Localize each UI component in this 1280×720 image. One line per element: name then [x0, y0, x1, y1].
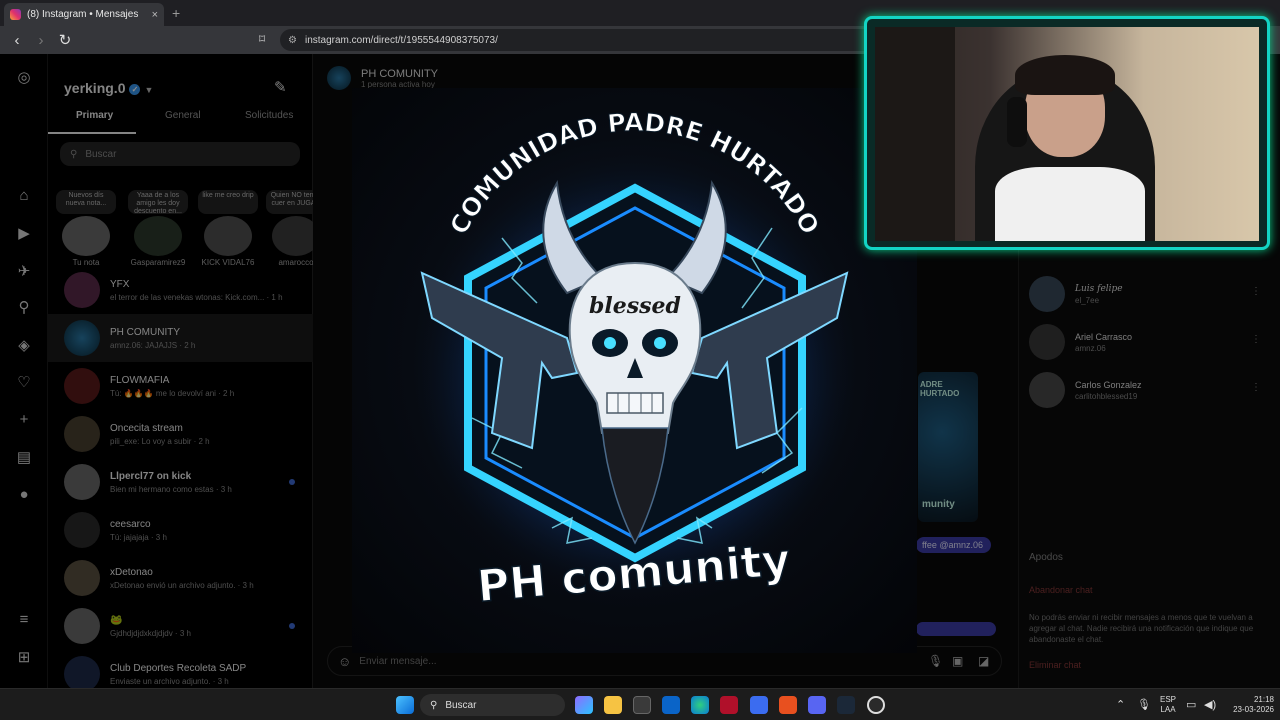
microphone-tray-icon[interactable]: 🎙 — [1137, 698, 1151, 711]
webcam-overlay — [864, 16, 1270, 250]
tab-close-icon[interactable]: × — [152, 9, 158, 21]
windows-start-icon[interactable] — [396, 696, 414, 714]
steam-icon[interactable] — [837, 696, 855, 714]
headphones-icon — [1007, 97, 1027, 147]
taskbar-search-label: Buscar — [445, 699, 477, 711]
instagram-favicon-icon — [10, 9, 21, 20]
new-tab-icon[interactable]: + — [172, 5, 180, 21]
browser-tab[interactable]: (8) Instagram • Mensajes × — [4, 3, 164, 26]
hair — [1015, 55, 1115, 95]
network-icon[interactable]: ▭ — [1186, 698, 1196, 711]
url-field[interactable]: ⚙ instagram.com/direct/t/195554490837507… — [280, 29, 880, 51]
acrobat-icon[interactable] — [720, 696, 738, 714]
tab-title: (8) Instagram • Mensajes — [27, 9, 139, 20]
taskbar: ⚲ Buscar ⌃ 🎙 ESP LAA ▭ ◀) 21:18 23-03-20… — [0, 688, 1280, 720]
language-indicator[interactable]: ESP LAA — [1160, 695, 1176, 715]
taskbar-search[interactable]: ⚲ Buscar — [420, 694, 565, 716]
image-viewer[interactable]: blessed COMUNIDAD PADRE HURTADO PH comun… — [352, 88, 917, 653]
tray-chevron-icon[interactable]: ⌃ — [1116, 698, 1125, 711]
skull-label: blessed — [589, 293, 681, 319]
search-icon: ⚲ — [430, 699, 438, 711]
site-info-icon[interactable]: ⚙ — [288, 35, 297, 46]
url-text: instagram.com/direct/t/1955544908375073/ — [304, 34, 498, 46]
clock-time: 21:18 — [1253, 695, 1274, 704]
clock[interactable]: 21:18 23-03-2026 — [1222, 695, 1274, 715]
edge-icon[interactable] — [691, 696, 709, 714]
file-explorer-icon[interactable] — [604, 696, 622, 714]
brave-icon[interactable] — [779, 696, 797, 714]
shirt — [995, 167, 1145, 241]
bookmark-icon[interactable]: ⌑ — [259, 32, 265, 46]
app-icon[interactable] — [750, 696, 768, 714]
volume-icon[interactable]: ◀) — [1204, 698, 1216, 711]
lang-line2: LAA — [1160, 705, 1176, 714]
back-icon[interactable]: ‹ — [10, 32, 24, 49]
doorframe — [875, 27, 955, 241]
forward-icon[interactable]: › — [34, 32, 48, 49]
clock-date: 23-03-2026 — [1233, 705, 1274, 714]
discord-icon[interactable] — [808, 696, 826, 714]
outlook-icon[interactable] — [662, 696, 680, 714]
ph-comunity-logo: blessed COMUNIDAD PADRE HURTADO PH comun… — [405, 107, 865, 613]
webcam-feed — [875, 27, 1259, 241]
store-icon[interactable] — [633, 696, 651, 714]
obs-icon[interactable] — [867, 696, 885, 714]
copilot-icon[interactable] — [575, 696, 593, 714]
lang-line1: ESP — [1160, 695, 1177, 704]
reload-icon[interactable]: ↻ — [58, 31, 72, 49]
